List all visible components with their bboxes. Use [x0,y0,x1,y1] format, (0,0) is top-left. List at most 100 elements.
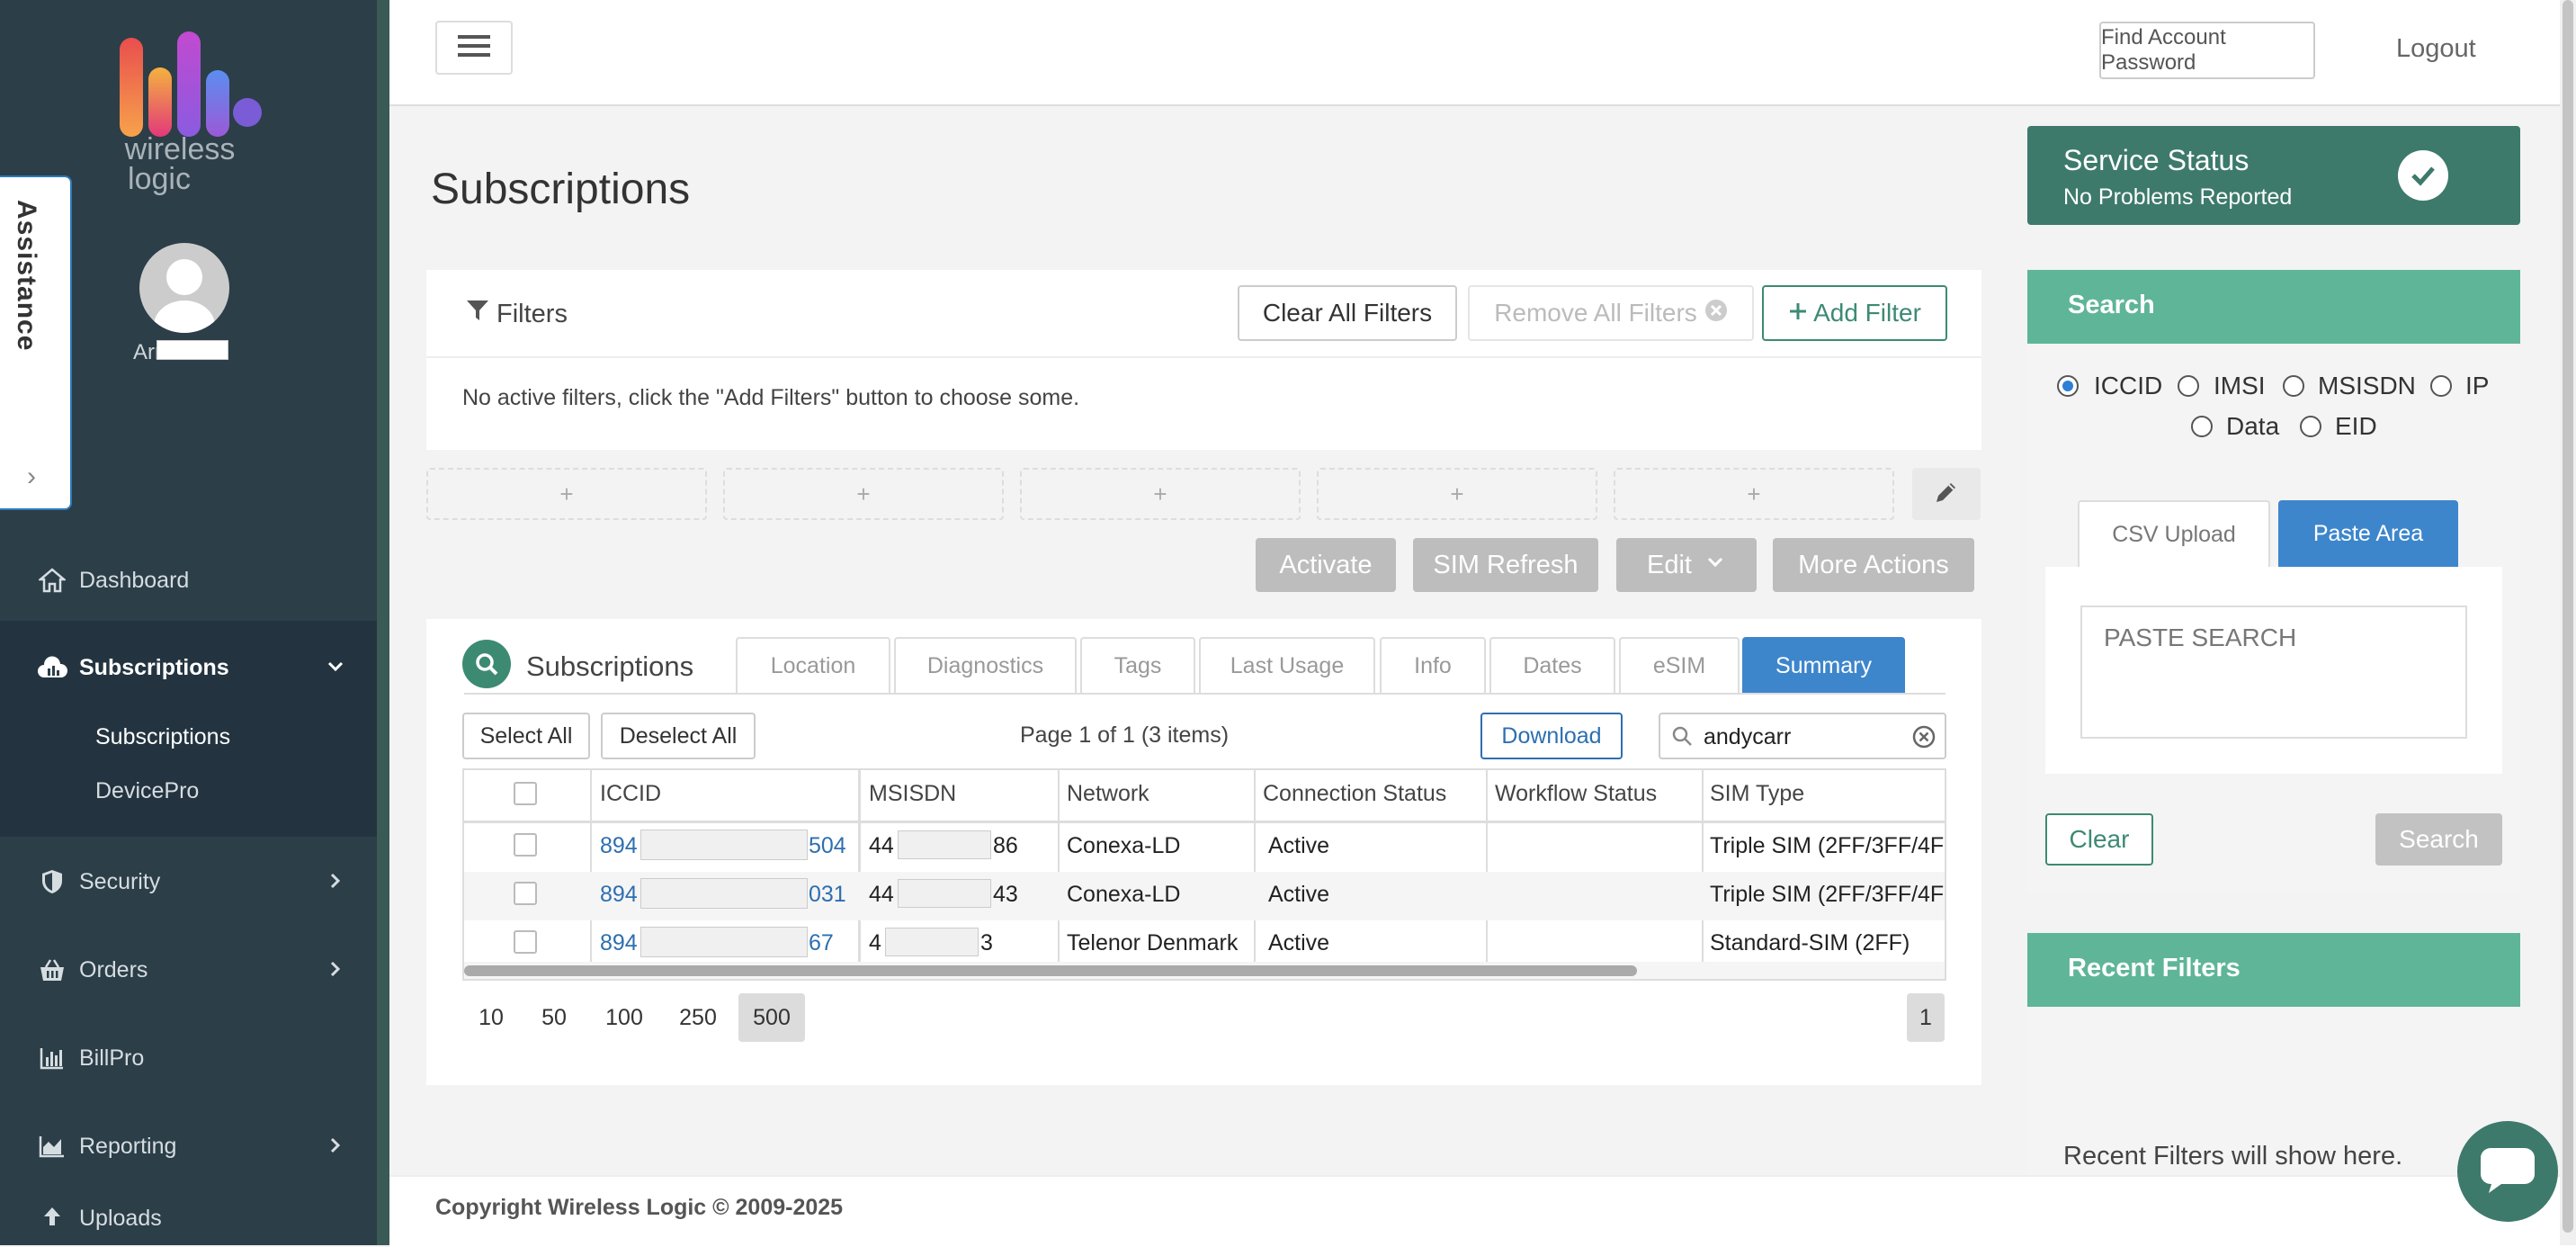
tab-paste-area[interactable]: Paste Area [2278,500,2458,567]
vertical-scrollbar-thumb[interactable] [2563,0,2573,1233]
tab-location[interactable]: Location [736,637,890,693]
chevron-right-icon [325,1135,346,1156]
column-header-msisdn[interactable]: MSISDN [869,781,956,807]
subnav-item-devicepro[interactable]: DevicePro [95,778,199,804]
sidebar-item-label: BillPro [79,1045,145,1071]
tab-esim[interactable]: eSIM [1619,637,1740,693]
find-account-password-button[interactable]: Find Account Password [2099,22,2315,79]
more-actions-button[interactable]: More Actions [1773,538,1974,592]
edit-slots-button[interactable] [1912,468,1981,520]
row-checkbox[interactable] [514,833,537,857]
row-checkbox[interactable] [514,882,537,905]
chevron-right-icon[interactable]: › [27,462,36,492]
sidebar-item-orders[interactable]: Orders [0,938,377,1001]
sim-type-cell: Triple SIM (2FF/3FF/4FF) [1710,833,1944,858]
tab-dates[interactable]: Dates [1489,637,1615,693]
tab-tags[interactable]: Tags [1080,637,1195,693]
sidebar-item-uploads[interactable]: Uploads [0,1206,377,1245]
radio-msisdn[interactable] [2283,375,2304,397]
select-all-checkbox[interactable] [514,782,537,805]
search-button[interactable]: Search [2375,813,2502,866]
msisdn-end: 43 [993,882,1018,907]
download-button[interactable]: Download [1480,713,1623,759]
shield-icon [36,868,68,895]
iccid-end[interactable]: 67 [809,930,834,956]
column-header-connection-status[interactable]: Connection Status [1263,781,1446,807]
connection-status-cell: Active [1268,833,1330,858]
page-title: Subscriptions [431,166,691,213]
tab-csv-upload[interactable]: CSV Upload [2078,500,2270,567]
filter-slot-3[interactable]: + [1020,468,1301,520]
vertical-scrollbar[interactable] [2560,0,2576,1245]
column-header-workflow-status[interactable]: Workflow Status [1495,781,1657,807]
remove-all-filters-button[interactable]: Remove All Filters [1468,285,1754,341]
cloud-chart-icon [36,656,68,679]
tab-info[interactable]: Info [1380,637,1486,693]
connection-status-cell: Active [1268,882,1330,907]
radio-eid[interactable] [2300,416,2321,437]
horizontal-scrollbar-thumb[interactable] [464,965,1637,976]
radio-ip[interactable] [2430,375,2452,397]
sidebar-item-reporting[interactable]: Reporting [0,1115,377,1178]
subnav-item-subscriptions[interactable]: Subscriptions [95,724,230,750]
avatar[interactable] [139,243,229,333]
menu-toggle-button[interactable] [435,21,513,75]
column-header-sim-type[interactable]: SIM Type [1710,781,1804,807]
filter-slot-4[interactable]: + [1317,468,1597,520]
radio-label-imsi: IMSI [2214,372,2266,399]
page-size-500[interactable]: 500 [738,993,805,1042]
filter-slot-2[interactable]: + [723,468,1004,520]
iccid-start[interactable]: 894 [600,833,638,859]
tab-last-usage[interactable]: Last Usage [1199,637,1375,693]
page-size-100[interactable]: 100 [597,993,651,1042]
bar-chart-icon [36,1046,68,1070]
radio-imsi[interactable] [2178,375,2199,397]
clear-search-button[interactable]: Clear [2045,813,2153,866]
chevron-down-icon [1704,551,1726,580]
tab-summary[interactable]: Summary [1742,637,1905,693]
page-number-1[interactable]: 1 [1907,993,1945,1042]
assistance-panel-tab[interactable]: Assistance › [0,175,72,510]
clear-all-filters-button[interactable]: Clear All Filters [1238,285,1457,341]
select-all-button[interactable]: Select All [462,713,590,759]
horizontal-scrollbar-track[interactable] [464,962,1945,979]
column-header-network[interactable]: Network [1067,781,1149,807]
logout-link[interactable]: Logout [2396,34,2476,64]
page-size-10[interactable]: 10 [468,993,514,1042]
check-circle-icon [2398,150,2448,201]
chat-button[interactable] [2457,1121,2558,1222]
add-filter-label: Add Filter [1813,299,1921,327]
page-size-50[interactable]: 50 [531,993,577,1042]
sidebar-item-security[interactable]: Security [0,850,377,913]
page-size-250[interactable]: 250 [669,993,727,1042]
add-filter-button[interactable]: Add Filter [1762,285,1947,341]
table-search-input[interactable]: andycarr [1659,713,1946,759]
deselect-all-button[interactable]: Deselect All [601,713,756,759]
close-circle-icon [1704,299,1728,328]
sim-refresh-button[interactable]: SIM Refresh [1413,538,1598,592]
radio-data[interactable] [2191,416,2213,437]
tab-diagnostics[interactable]: Diagnostics [894,637,1077,693]
iccid-end[interactable]: 031 [809,882,846,908]
column-header-iccid[interactable]: ICCID [600,781,661,807]
paste-search-textarea[interactable]: PASTE SEARCH [2080,606,2467,739]
msisdn-start: 44 [869,882,894,907]
paste-search-placeholder: PASTE SEARCH [2104,624,2297,651]
search-panel-title: Search [2068,291,2155,319]
activate-button[interactable]: Activate [1256,538,1396,592]
edit-dropdown-button[interactable]: Edit [1616,538,1757,592]
recent-filters-empty: Recent Filters will show here. [2063,1142,2403,1171]
sidebar-item-billpro[interactable]: BillPro [0,1027,377,1090]
sidebar-item-subscriptions[interactable]: Subscriptions [0,636,377,699]
filter-slot-5[interactable]: + [1614,468,1894,520]
row-checkbox[interactable] [514,930,537,954]
iccid-start[interactable]: 894 [600,882,638,908]
clear-search-icon[interactable] [1912,725,1936,753]
page-info: Page 1 of 1 (3 items) [1020,722,1230,748]
radio-iccid[interactable] [2057,375,2079,397]
iccid-end[interactable]: 504 [809,833,846,859]
wireless-logic-logo[interactable]: wireless logic [117,27,270,198]
sidebar-item-dashboard[interactable]: Dashboard [0,549,377,612]
filter-slot-1[interactable]: + [426,468,707,520]
iccid-start[interactable]: 894 [600,930,638,956]
